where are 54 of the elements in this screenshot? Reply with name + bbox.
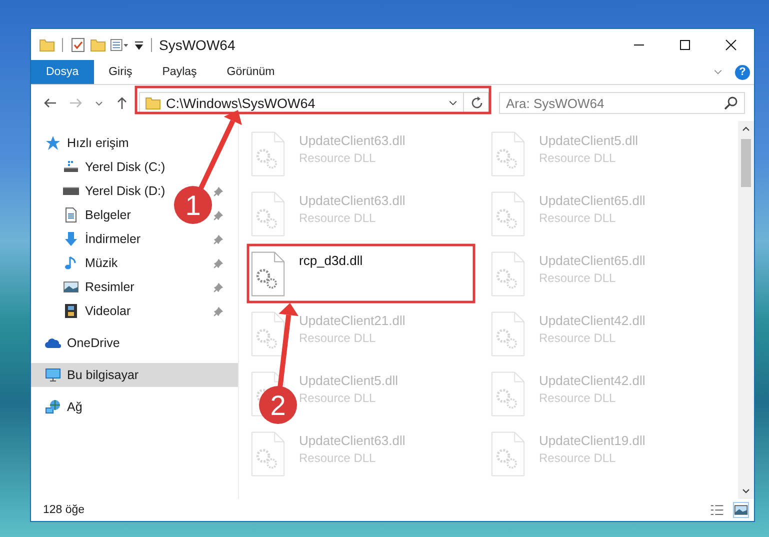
sidebar-item[interactable]: Ağ	[67, 400, 82, 414]
selected-row-highlight[interactable]: Bu bilgisayar	[31, 363, 238, 387]
ribbon-tab[interactable]: Görünüm	[212, 60, 290, 84]
sidebar-item[interactable]: Müzik	[85, 256, 118, 270]
dll-file-icon	[491, 431, 525, 477]
monitor-icon	[45, 367, 61, 383]
sidebar-item[interactable]: OneDrive	[67, 336, 120, 350]
picture-icon	[63, 279, 79, 295]
dll-file-icon	[251, 191, 285, 237]
step-number-badge: 2	[259, 386, 297, 424]
ribbon-tab[interactable]: Dosya	[31, 60, 94, 84]
sidebar-item[interactable]: Videolar	[85, 304, 131, 318]
details-view-icon[interactable]	[710, 503, 724, 517]
search-icon	[723, 95, 739, 111]
sidebar-item[interactable]: Belgeler	[85, 208, 131, 222]
address-path: C:\Windows\SysWOW64	[166, 96, 316, 110]
sidebar-item[interactable]: İndirmeler	[85, 232, 141, 246]
address-bar[interactable]: C:\Windows\SysWOW64	[139, 92, 489, 114]
dll-file-icon	[251, 251, 285, 297]
folder-icon	[145, 95, 161, 111]
view-dropdown-icon[interactable]	[110, 36, 130, 52]
drive-icon	[63, 159, 79, 175]
step-number-badge: 1	[174, 186, 212, 224]
star-icon	[45, 135, 61, 151]
search-field[interactable]: Ara: SysWOW64	[499, 92, 745, 114]
dll-file-icon	[491, 191, 525, 237]
music-note-icon	[63, 255, 79, 271]
dll-file-icon	[491, 251, 525, 297]
file-name[interactable]: rcp_d3d.dll	[299, 253, 363, 268]
properties-icon[interactable]	[70, 36, 86, 52]
help-button[interactable]: ?	[735, 64, 750, 80]
dll-file-icon	[491, 371, 525, 417]
window-title: SysWOW64	[159, 36, 236, 52]
scrollbar[interactable]	[738, 121, 754, 499]
network-globe-icon	[45, 399, 61, 415]
large-icons-view-icon[interactable]	[734, 503, 748, 517]
document-icon	[63, 207, 79, 223]
dll-file-icon	[251, 131, 285, 177]
ribbon-tab[interactable]: Paylaş	[147, 60, 212, 84]
download-arrow-icon	[63, 231, 79, 247]
dll-file-icon	[251, 311, 285, 357]
dll-file-icon	[251, 431, 285, 477]
dll-file-icon	[491, 311, 525, 357]
sidebar-item[interactable]: Bu bilgisayar	[67, 368, 139, 382]
sidebar-item[interactable]: Yerel Disk (D:)	[85, 184, 166, 198]
refresh-icon[interactable]	[469, 95, 485, 111]
sidebar-item[interactable]: Hızlı erişim	[67, 136, 129, 150]
dll-file-icon	[491, 131, 525, 177]
film-strip-icon	[63, 303, 79, 319]
sidebar-item[interactable]: Resimler	[85, 280, 134, 294]
scrollbar-thumb[interactable]	[741, 139, 751, 187]
sidebar-item[interactable]: Yerel Disk (C:)	[85, 160, 166, 174]
ribbon-tab[interactable]: Giriş	[94, 60, 148, 84]
item-count: 128 öğe	[43, 504, 85, 516]
